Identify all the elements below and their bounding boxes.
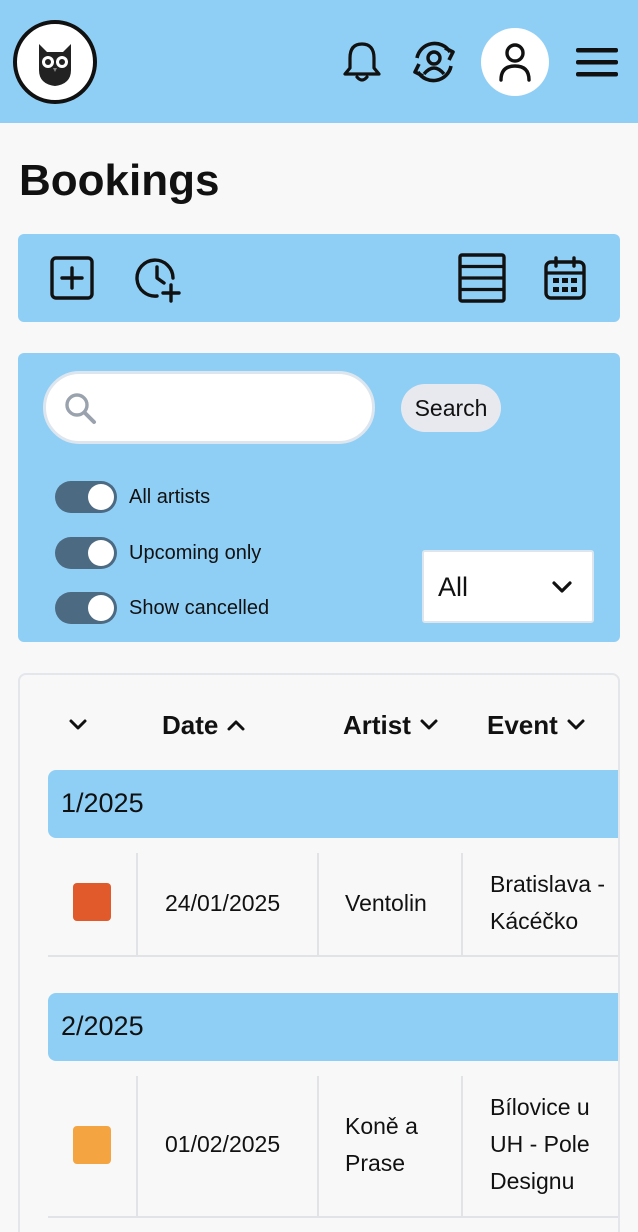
status-color-swatch bbox=[73, 883, 111, 921]
upcoming-only-switch[interactable] bbox=[55, 537, 117, 569]
month-group-header[interactable]: 2/2025 bbox=[48, 993, 618, 1061]
add-booking-icon[interactable] bbox=[50, 256, 94, 300]
group-label: 1/2025 bbox=[61, 788, 144, 818]
column-label: Artist bbox=[343, 709, 411, 740]
filter-panel: Search All artists Upcoming only Show ca… bbox=[18, 353, 620, 642]
chevron-down-icon bbox=[420, 719, 438, 730]
chevron-down-icon bbox=[69, 719, 87, 730]
list-view-icon[interactable] bbox=[458, 253, 506, 303]
add-time-icon[interactable] bbox=[135, 256, 183, 304]
date-column-header[interactable]: Date bbox=[162, 705, 246, 745]
status-color-swatch bbox=[73, 1126, 111, 1164]
artist-cell: Koně a Prase bbox=[345, 1113, 418, 1176]
toggle-all-artists[interactable]: All artists bbox=[55, 481, 210, 513]
show-cancelled-switch[interactable] bbox=[55, 592, 117, 624]
owl-logo-icon[interactable] bbox=[13, 20, 97, 104]
event-cell: Bratislava - Kácéčko bbox=[490, 871, 606, 934]
column-label: Event bbox=[487, 709, 558, 740]
event-cell: Bílovice u UH - Pole Designu bbox=[490, 1094, 590, 1194]
user-avatar-icon[interactable] bbox=[481, 28, 549, 96]
artist-column-header[interactable]: Artist bbox=[343, 705, 439, 745]
month-group-header[interactable]: 1/2025 bbox=[48, 770, 618, 838]
chevron-down-icon bbox=[552, 581, 572, 593]
toggle-show-cancelled[interactable]: Show cancelled bbox=[55, 592, 269, 624]
calendar-view-icon[interactable] bbox=[544, 256, 586, 300]
toggle-upcoming-only[interactable]: Upcoming only bbox=[55, 537, 261, 569]
action-toolbar bbox=[18, 234, 620, 322]
search-button[interactable]: Search bbox=[401, 384, 501, 432]
toggle-label: All artists bbox=[129, 485, 211, 508]
expand-all-header[interactable] bbox=[68, 705, 88, 745]
chevron-down-icon bbox=[567, 719, 585, 730]
hamburger-menu-icon[interactable] bbox=[576, 46, 618, 78]
search-icon bbox=[65, 393, 96, 424]
chevron-up-icon bbox=[227, 720, 245, 731]
all-artists-switch[interactable] bbox=[55, 481, 117, 513]
toggle-label: Show cancelled bbox=[129, 596, 270, 619]
bookings-table: Date Artist Event 1/2025 24/01/2025 Vent… bbox=[18, 673, 620, 1232]
date-cell: 24/01/2025 bbox=[165, 890, 281, 916]
date-cell: 01/02/2025 bbox=[165, 1131, 281, 1157]
select-value: All bbox=[438, 572, 469, 602]
page-title: Bookings bbox=[19, 156, 220, 205]
bell-icon[interactable] bbox=[342, 40, 382, 84]
artist-cell: Ventolin bbox=[345, 890, 427, 916]
column-label: Date bbox=[162, 709, 219, 740]
status-select[interactable]: All bbox=[422, 550, 594, 623]
user-sync-icon[interactable] bbox=[409, 38, 459, 86]
app-header bbox=[0, 0, 638, 123]
event-column-header[interactable]: Event bbox=[487, 705, 586, 745]
toggle-label: Upcoming only bbox=[129, 541, 262, 564]
group-label: 2/2025 bbox=[61, 1011, 144, 1041]
